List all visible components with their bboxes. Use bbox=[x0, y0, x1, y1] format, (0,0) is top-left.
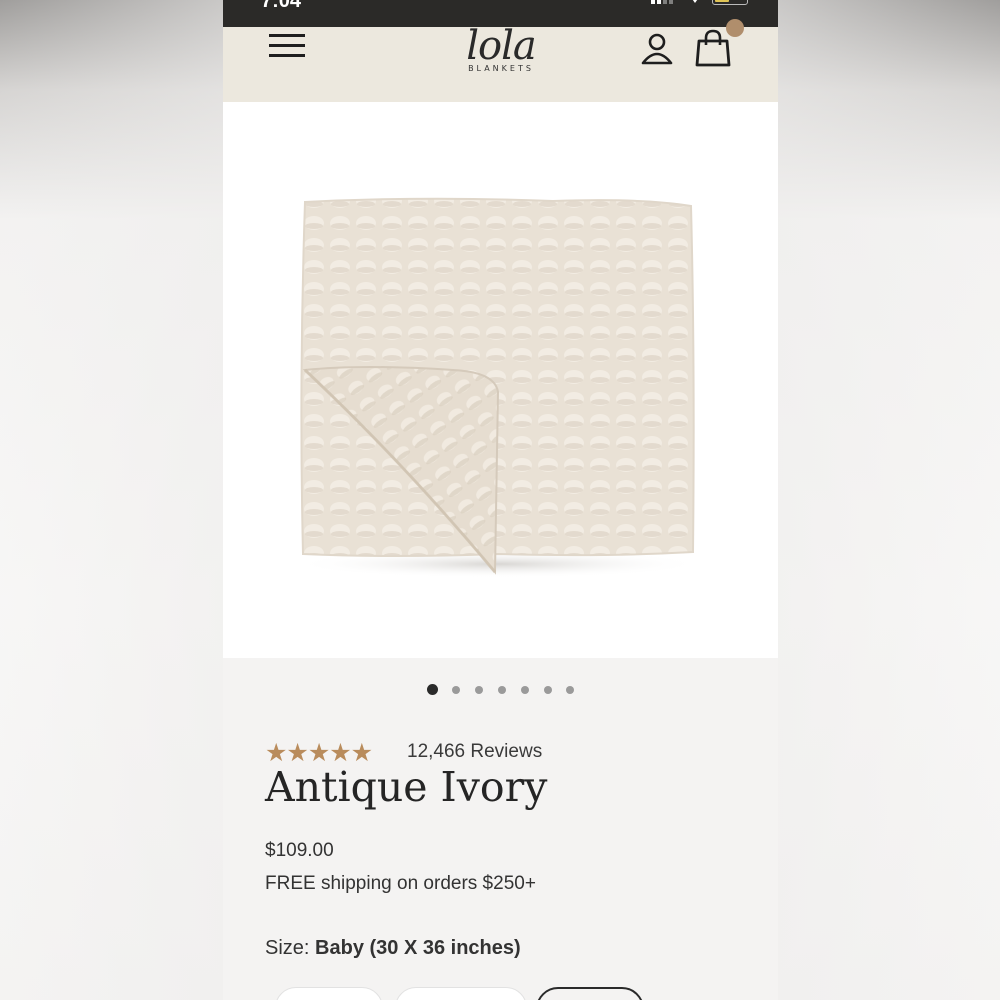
reviews-link[interactable]: 12,466 Reviews bbox=[407, 741, 542, 763]
phone-screen: 7:04 lola BLANKETS ★★★★★ 12,466 Reviews … bbox=[223, 0, 778, 1000]
carousel-dot[interactable] bbox=[521, 686, 529, 694]
background-right bbox=[777, 0, 1000, 1000]
carousel-dot[interactable] bbox=[452, 686, 460, 694]
logo-wordmark: lola bbox=[466, 23, 537, 69]
size-option[interactable] bbox=[395, 987, 527, 1000]
logo[interactable]: lola BLANKETS bbox=[456, 23, 546, 81]
battery-icon bbox=[712, 0, 748, 5]
carousel-dot[interactable] bbox=[544, 686, 552, 694]
shipping-note: FREE shipping on orders $250+ bbox=[265, 873, 536, 894]
shopping-bag-icon[interactable] bbox=[695, 29, 731, 67]
site-header: lola BLANKETS bbox=[223, 19, 778, 102]
carousel-dot[interactable] bbox=[475, 686, 483, 694]
background-left bbox=[0, 0, 223, 1000]
size-option[interactable] bbox=[275, 987, 383, 1000]
size-option-selected[interactable] bbox=[536, 987, 644, 1000]
hamburger-menu-icon[interactable] bbox=[269, 32, 305, 58]
carousel-dot[interactable] bbox=[427, 684, 438, 695]
blanket-image bbox=[293, 197, 703, 578]
cart-count-badge[interactable] bbox=[726, 19, 744, 37]
signal-icon bbox=[651, 0, 677, 4]
carousel-dot[interactable] bbox=[566, 686, 574, 694]
product-image[interactable] bbox=[223, 102, 778, 658]
product-price: $109.00 bbox=[265, 840, 334, 861]
user-icon[interactable] bbox=[640, 31, 674, 65]
selected-size: Baby (30 X 36 inches) bbox=[315, 937, 521, 959]
size-selector-label: Size: Baby (30 X 36 inches) bbox=[265, 937, 521, 960]
size-label: Size: bbox=[265, 937, 310, 959]
product-title: Antique Ivory bbox=[265, 763, 548, 811]
image-carousel-dots bbox=[223, 682, 778, 698]
logo-subtitle: BLANKETS bbox=[468, 64, 534, 73]
wifi-icon bbox=[690, 0, 700, 3]
status-time: 7:04 bbox=[261, 0, 302, 12]
carousel-dot[interactable] bbox=[498, 686, 506, 694]
